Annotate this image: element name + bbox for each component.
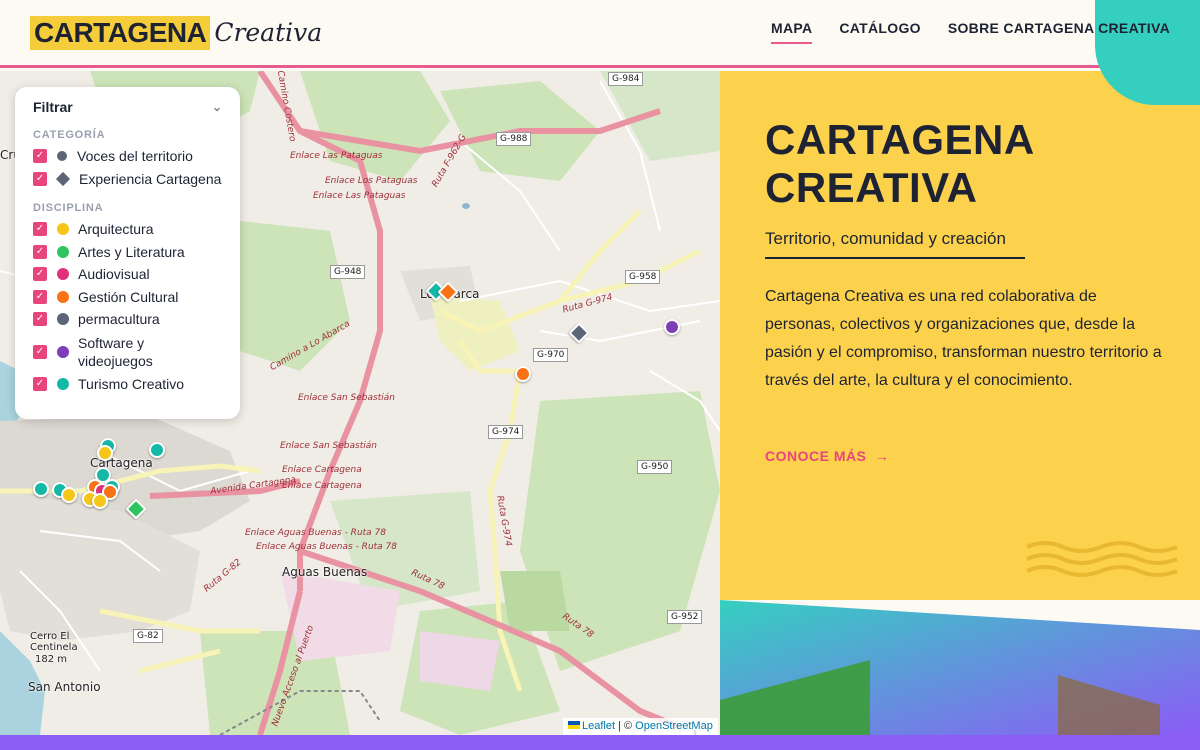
road-label-g984: G-984: [608, 72, 644, 86]
nav-link-catalogo[interactable]: CATÁLOGO: [839, 20, 920, 44]
road-label-g974: G-974: [488, 425, 524, 439]
flag-icon: [568, 721, 580, 729]
logo-main-text: CARTAGENA: [30, 16, 211, 50]
map-marker-turismo[interactable]: [33, 481, 49, 497]
checkbox-checked-icon[interactable]: ✓: [33, 149, 47, 164]
map-marker-arquitectura[interactable]: [61, 487, 77, 503]
street-label: Enlace San Sebastián: [280, 441, 377, 451]
map-attribution: Leaflet | © OpenStreetMap: [563, 718, 718, 735]
map-label-aguas-buenas: Aguas Buenas: [282, 565, 368, 579]
filter-discipline-arquitectura[interactable]: ✓ Arquitectura: [33, 218, 222, 241]
color-dot-icon: [57, 377, 69, 390]
map-marker-turismo[interactable]: [149, 442, 165, 458]
street-label: Enlace Las Pataguas: [313, 191, 406, 201]
color-dot-icon: [57, 313, 69, 326]
cta-label: CONOCE MÁS: [765, 448, 867, 464]
map-marker-arquitectura[interactable]: [92, 493, 108, 509]
road-label-g970: G-970: [533, 348, 569, 362]
filter-category-experiencia[interactable]: ✓ Experiencia Cartagena: [33, 168, 222, 191]
chevron-down-icon[interactable]: ⌄: [212, 100, 222, 114]
filter-panel: Filtrar ⌄ CATEGORÍA ✓ Voces del territor…: [15, 87, 240, 419]
site-logo[interactable]: CARTAGENA Creativa: [30, 16, 322, 50]
leaflet-link[interactable]: Leaflet: [582, 720, 615, 732]
checkbox-checked-icon[interactable]: ✓: [33, 244, 47, 259]
street-label: Enlace Los Pataguas: [325, 176, 418, 186]
color-dot-icon: [57, 345, 69, 358]
filter-label: Turismo Creativo: [78, 375, 185, 392]
filter-title: Filtrar: [33, 99, 73, 115]
site-header: CARTAGENA Creativa MAPA CATÁLOGO SOBRE C…: [0, 0, 1200, 105]
street-label: Enlace Las Pataguas: [290, 151, 383, 161]
road-label-g82: G-82: [133, 629, 163, 643]
color-dot-icon: [57, 223, 69, 236]
map-label-cerro-alt: 182 m: [35, 654, 68, 665]
filter-label: Experiencia Cartagena: [79, 170, 222, 187]
checkbox-checked-icon[interactable]: ✓: [33, 344, 47, 359]
map-label-cerro: Cerro El Centinela: [30, 631, 78, 653]
nav-link-mapa[interactable]: MAPA: [771, 20, 813, 44]
hero-description: Cartagena Creativa es una red colaborati…: [765, 288, 1162, 389]
map-marker-software[interactable]: [664, 319, 680, 335]
road-label-g952: G-952: [667, 610, 703, 624]
category-section-title: CATEGORÍA: [33, 129, 106, 141]
filter-label: Artes y Literatura: [78, 243, 185, 260]
filter-label: permacultura: [78, 311, 160, 328]
filter-label: Arquitectura: [78, 221, 154, 238]
checkbox-checked-icon[interactable]: ✓: [33, 171, 47, 186]
circle-icon: [57, 151, 67, 162]
checkbox-checked-icon[interactable]: ✓: [33, 222, 47, 237]
road-label-g988: G-988: [496, 132, 532, 146]
attrib-separator: | ©: [615, 720, 636, 732]
filter-label: Voces del territorio: [77, 148, 193, 165]
filter-discipline-audiovisual[interactable]: ✓ Audiovisual: [33, 263, 222, 286]
filter-discipline-turismo[interactable]: ✓ Turismo Creativo: [33, 373, 222, 396]
checkbox-checked-icon[interactable]: ✓: [33, 312, 47, 327]
hero-title-line2: CREATIVA: [765, 164, 978, 211]
logo-sub-text: Creativa: [214, 18, 323, 47]
filter-discipline-software[interactable]: ✓ Software y videojuegos: [33, 331, 222, 373]
filter-header[interactable]: Filtrar ⌄: [33, 99, 222, 115]
filter-discipline-gestion[interactable]: ✓ Gestión Cultural: [33, 286, 222, 309]
map-marker-arquitectura[interactable]: [97, 445, 113, 461]
osm-link[interactable]: OpenStreetMap: [635, 720, 713, 732]
decorative-shapes: [720, 600, 1200, 735]
arrow-right-icon: →: [874, 448, 890, 464]
road-label-g950: G-950: [637, 460, 673, 474]
street-label: Enlace Aguas Buenas - Ruta 78: [245, 528, 386, 538]
hero-title-line1: CARTAGENA: [765, 116, 1035, 163]
conoce-mas-link[interactable]: CONOCE MÁS →: [765, 448, 889, 464]
filter-discipline-artes[interactable]: ✓ Artes y Literatura: [33, 241, 222, 264]
map-marker-gestion[interactable]: [515, 366, 531, 382]
hero-subtitle: Territorio, comunidad y creación: [765, 229, 1025, 259]
street-label: Enlace Cartagena: [282, 465, 362, 475]
main-nav: MAPA CATÁLOGO SOBRE CARTAGENA CREATIVA: [771, 20, 1170, 44]
road-label-g958: G-958: [625, 270, 661, 284]
filter-label: Audiovisual: [78, 266, 150, 283]
color-dot-icon: [57, 245, 69, 258]
hero-title: CARTAGENA CREATIVA: [765, 116, 1035, 212]
color-dot-icon: [57, 290, 69, 303]
hero-panel: CARTAGENA CREATIVA Territorio, comunidad…: [720, 71, 1200, 601]
bottom-bar: [0, 735, 1200, 750]
filter-discipline-permacultura[interactable]: ✓ permacultura: [33, 308, 222, 331]
map-label-san-antonio: San Antonio: [28, 680, 101, 694]
decorative-waves-icon: [1026, 541, 1178, 577]
nav-link-sobre[interactable]: SOBRE CARTAGENA CREATIVA: [948, 20, 1170, 44]
discipline-section-title: DISCIPLINA: [33, 202, 104, 214]
diamond-icon: [55, 171, 71, 186]
road-label-g948: G-948: [330, 265, 366, 279]
checkbox-checked-icon[interactable]: ✓: [33, 267, 47, 282]
filter-label: Software y videojuegos: [78, 334, 153, 369]
filter-category-voces[interactable]: ✓ Voces del territorio: [33, 145, 222, 168]
filter-label: Gestión Cultural: [78, 288, 179, 305]
color-dot-icon: [57, 268, 69, 281]
checkbox-checked-icon[interactable]: ✓: [33, 376, 47, 391]
street-label: Enlace San Sebastián: [298, 393, 395, 403]
street-label: Enlace Aguas Buenas - Ruta 78: [256, 542, 397, 552]
checkbox-checked-icon[interactable]: ✓: [33, 289, 47, 304]
